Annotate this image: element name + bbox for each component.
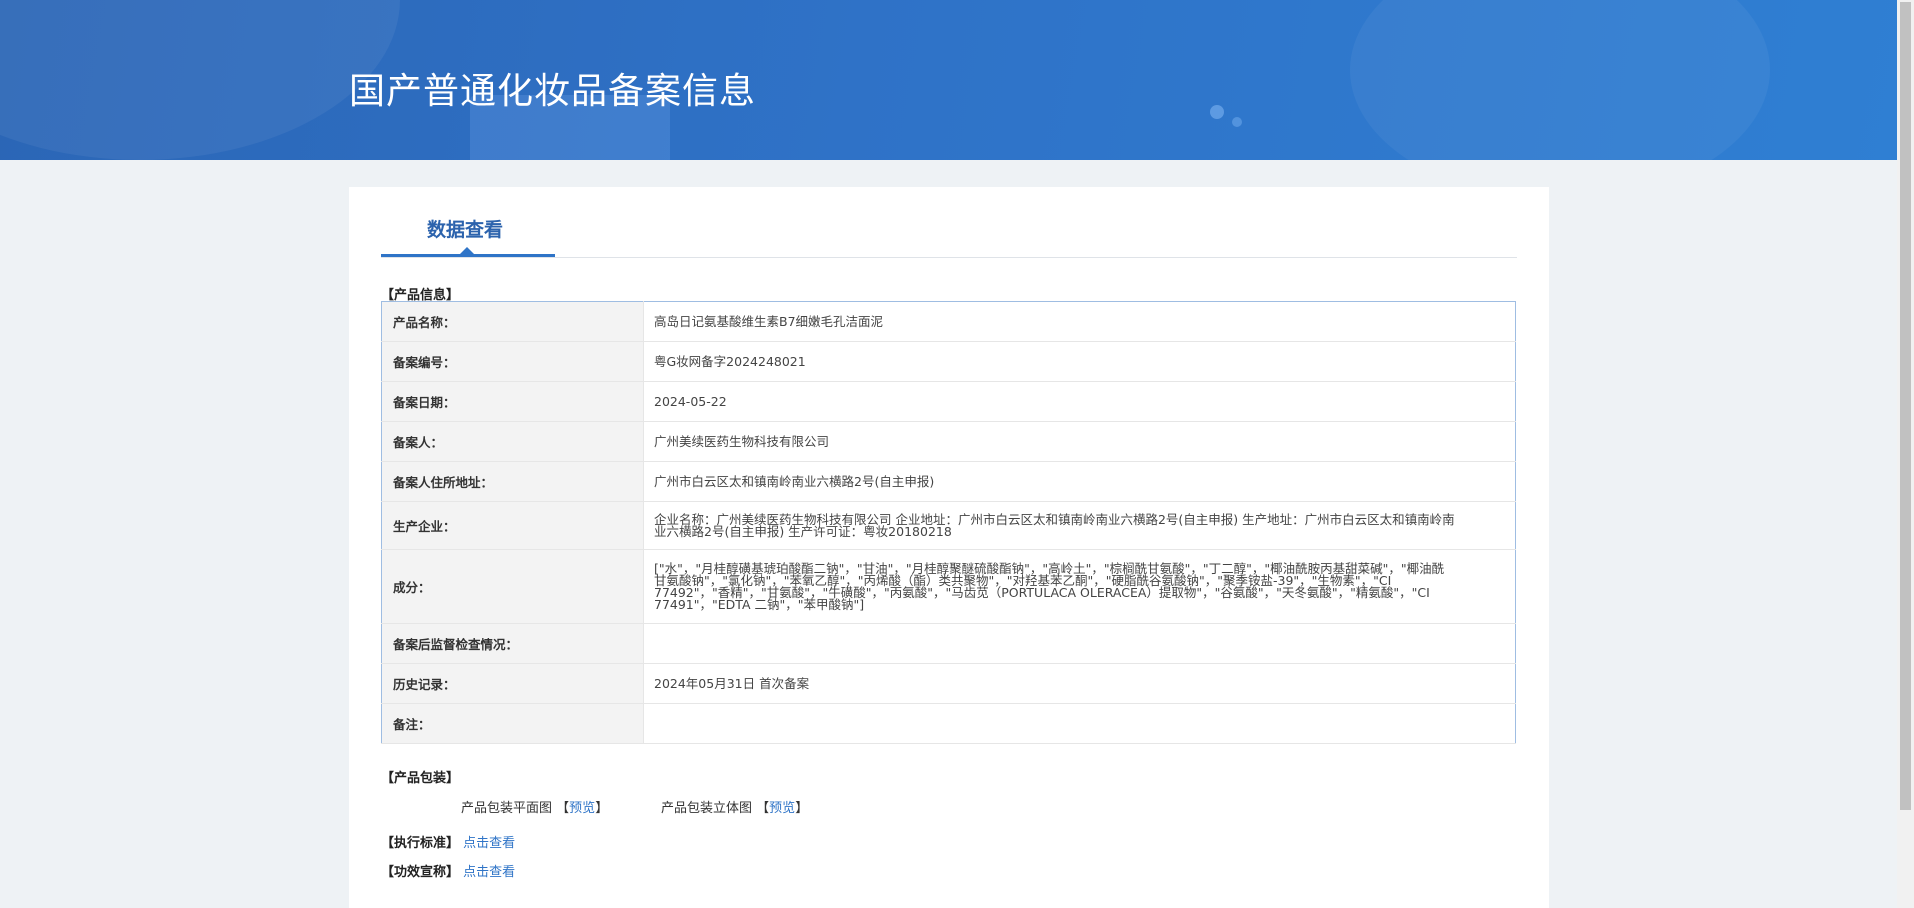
row-value: 广州市白云区太和镇南岭南业六横路2号(自主申报) [643, 461, 1516, 502]
banner-decoration [1232, 117, 1242, 127]
package-flat-preview-link[interactable]: 预览 [569, 801, 595, 816]
bracket-open: 【 [756, 801, 770, 816]
product-info-table: 产品名称： 高岛日记氨基酸维生素B7细嫩毛孔洁面泥 备案编号： 粤G妆网备字20… [381, 301, 1516, 744]
row-value: ["水"，"月桂醇磺基琥珀酸酯二钠"，"甘油"，"月桂醇聚醚硫酸酯钠"，"高岭土… [643, 549, 1516, 624]
tab-label: 数据查看 [427, 219, 504, 241]
efficacy-view-link[interactable]: 点击查看 [463, 865, 515, 880]
tab-data-view[interactable]: 数据查看 [381, 187, 555, 257]
table-row: 备案人： 广州美续医药生物科技有限公司 [381, 421, 1516, 462]
package-3d-label: 产品包装立体图 [661, 801, 753, 816]
row-value: 2024-05-22 [643, 381, 1516, 422]
table-row: 生产企业： 企业名称：广州美续医药生物科技有限公司 企业地址：广州市白云区太和镇… [381, 501, 1516, 550]
row-value: 高岛日记氨基酸维生素B7细嫩毛孔洁面泥 [643, 301, 1516, 342]
package-flat-item: 产品包装平面图 【预览】 [461, 797, 608, 816]
table-row: 备案人住所地址： 广州市白云区太和镇南岭南业六横路2号(自主申报) [381, 461, 1516, 502]
table-row: 产品名称： 高岛日记氨基酸维生素B7细嫩毛孔洁面泥 [381, 301, 1516, 342]
table-row: 备案日期： 2024-05-22 [381, 381, 1516, 422]
row-value: 2024年05月31日 首次备案 [643, 663, 1516, 704]
row-label: 备注： [381, 703, 644, 744]
row-value [643, 703, 1516, 744]
bracket-close: 】 [595, 801, 609, 816]
package-3d-preview-link[interactable]: 预览 [769, 801, 795, 816]
row-label: 备案日期： [381, 381, 644, 422]
row-value: 粤G妆网备字2024248021 [643, 341, 1516, 382]
page-title: 国产普通化妆品备案信息 [349, 71, 757, 112]
table-row: 备案编号： 粤G妆网备字2024248021 [381, 341, 1516, 382]
table-row: 历史记录： 2024年05月31日 首次备案 [381, 663, 1516, 704]
tab-active-caret-icon [460, 247, 474, 254]
tab-bar: 数据查看 [381, 187, 1517, 258]
table-row: 备案后监督检查情况： [381, 623, 1516, 664]
standard-row: 【执行标准】 点击查看 [381, 832, 515, 851]
efficacy-label: 【功效宣称】 [381, 865, 460, 880]
row-value [643, 623, 1516, 664]
banner-decoration [1350, 0, 1770, 160]
row-value: 企业名称：广州美续医药生物科技有限公司 企业地址：广州市白云区太和镇南岭南业六横… [643, 501, 1516, 550]
table-row: 成分： ["水"，"月桂醇磺基琥珀酸酯二钠"，"甘油"，"月桂醇聚醚硫酸酯钠"，… [381, 549, 1516, 624]
banner-decoration [1210, 105, 1224, 119]
row-label: 备案人： [381, 421, 644, 462]
efficacy-row: 【功效宣称】 点击查看 [381, 861, 515, 880]
banner-decoration [0, 0, 400, 160]
row-label: 备案后监督检查情况： [381, 623, 644, 664]
package-3d-item: 产品包装立体图 【预览】 [661, 797, 808, 816]
row-label: 备案编号： [381, 341, 644, 382]
row-label: 历史记录： [381, 663, 644, 704]
bracket-close: 】 [795, 801, 809, 816]
row-value: 广州美续医药生物科技有限公司 [643, 421, 1516, 462]
header-banner: 国产普通化妆品备案信息 [0, 0, 1897, 160]
table-row: 备注： [381, 703, 1516, 744]
package-flat-label: 产品包装平面图 [461, 801, 553, 816]
vertical-scrollbar[interactable] [1897, 0, 1914, 908]
row-label: 成分： [381, 549, 644, 624]
bracket-open: 【 [556, 801, 570, 816]
row-label: 备案人住所地址： [381, 461, 644, 502]
standard-view-link[interactable]: 点击查看 [463, 836, 515, 851]
packaging-heading: 【产品包装】 [381, 771, 460, 786]
scrollbar-thumb[interactable] [1900, 2, 1911, 810]
standard-label: 【执行标准】 [381, 836, 460, 851]
row-label: 生产企业： [381, 501, 644, 550]
row-label: 产品名称： [381, 301, 644, 342]
content-card: 数据查看 【产品信息】 产品名称： 高岛日记氨基酸维生素B7细嫩毛孔洁面泥 备案… [349, 187, 1549, 908]
